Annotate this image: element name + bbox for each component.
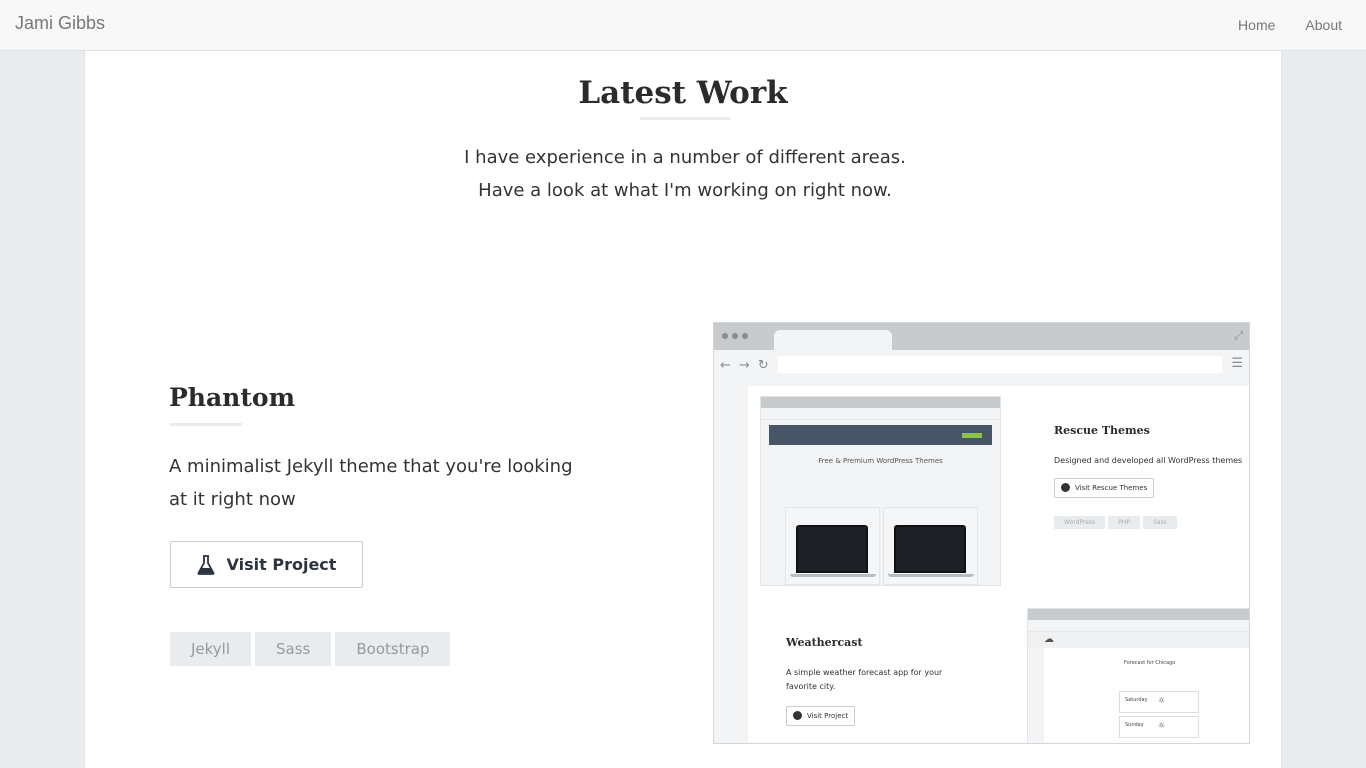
reload-icon: ↻ (757, 358, 769, 373)
browser-titlebar: ⤢ (714, 323, 1249, 352)
flask-icon (197, 554, 215, 575)
sun-icon: ☼ (1158, 696, 1166, 705)
browser-tab (774, 330, 892, 352)
back-arrow-icon: ← (720, 358, 731, 373)
github-icon (793, 711, 802, 720)
wordpress-icon (1061, 483, 1070, 492)
nav-links: Home About (1238, 17, 1342, 33)
address-bar (778, 356, 1222, 373)
project-title-divider (170, 423, 242, 426)
title-divider (640, 117, 730, 120)
project-title: Phantom (169, 383, 296, 412)
rescue-tags: WordPress PHP Sass (1054, 516, 1177, 529)
weathercast-visit-button: Visit Project (786, 706, 856, 726)
brand-link[interactable]: Jami Gibbs (15, 13, 105, 34)
rescue-visit-button: Visit Rescue Themes (1054, 478, 1155, 498)
section-intro: I have experience in a number of differe… (464, 147, 906, 201)
section-title: Latest Work (578, 75, 788, 111)
tag-jekyll: Jekyll (170, 632, 252, 666)
forecast-row-saturday: Saturday ☼ (1119, 691, 1199, 713)
visit-project-label: Visit Project (226, 555, 337, 574)
rescue-title: Rescue Themes (1054, 424, 1150, 437)
project-description: A minimalist Jekyll theme that you're lo… (169, 456, 573, 510)
rescue-header-bar (769, 425, 992, 445)
sun-icon: ☼ (1158, 721, 1166, 730)
weathercast-title: Weathercast (786, 636, 863, 649)
nav-about-link[interactable]: About (1305, 17, 1342, 33)
browser-controls: ← → ↻ (720, 358, 769, 373)
expand-icon: ⤢ (1234, 329, 1243, 342)
laptop-image (796, 525, 868, 573)
navbar: Jami Gibbs Home About (0, 0, 1366, 51)
weathercast-window: ☁ Forecast for Chicago Saturday ☼ Sunday… (1027, 608, 1249, 743)
rescue-description: Designed and developed all WordPress the… (1054, 456, 1243, 465)
project-screenshot: ⤢ ← → ↻ ☰ Free & Premium WordPress Theme… (713, 322, 1250, 744)
menu-icon: ☰ (1231, 356, 1243, 371)
main-content: Latest Work I have experience in a numbe… (84, 51, 1282, 768)
rescue-headline: Free & Premium WordPress Themes (818, 457, 943, 465)
weather-cloud-icon: ☁ (1044, 634, 1054, 645)
rescue-themes-window: Free & Premium WordPress Themes (760, 396, 1001, 586)
weathercast-description: A simple weather forecast app for your f… (786, 668, 943, 691)
laptop-image (894, 525, 966, 573)
window-dots-icon (722, 333, 748, 339)
weathercast-header: ☁ (1028, 632, 1249, 648)
forecast-title: Forecast for Chicago (1124, 660, 1176, 666)
rescue-card-1 (785, 507, 880, 585)
visit-project-button[interactable]: Visit Project (170, 541, 363, 588)
nav-home-link[interactable]: Home (1238, 17, 1275, 33)
forward-arrow-icon: → (738, 358, 750, 373)
tag-sass: Sass (255, 632, 332, 666)
tag-bootstrap: Bootstrap (335, 632, 451, 666)
project-tags: Jekyll Sass Bootstrap (170, 632, 451, 666)
forecast-row-sunday: Sunday ☼ (1119, 716, 1199, 738)
browser-page: Free & Premium WordPress Themes Rescue T… (748, 386, 1249, 743)
rescue-card-2 (883, 507, 978, 585)
